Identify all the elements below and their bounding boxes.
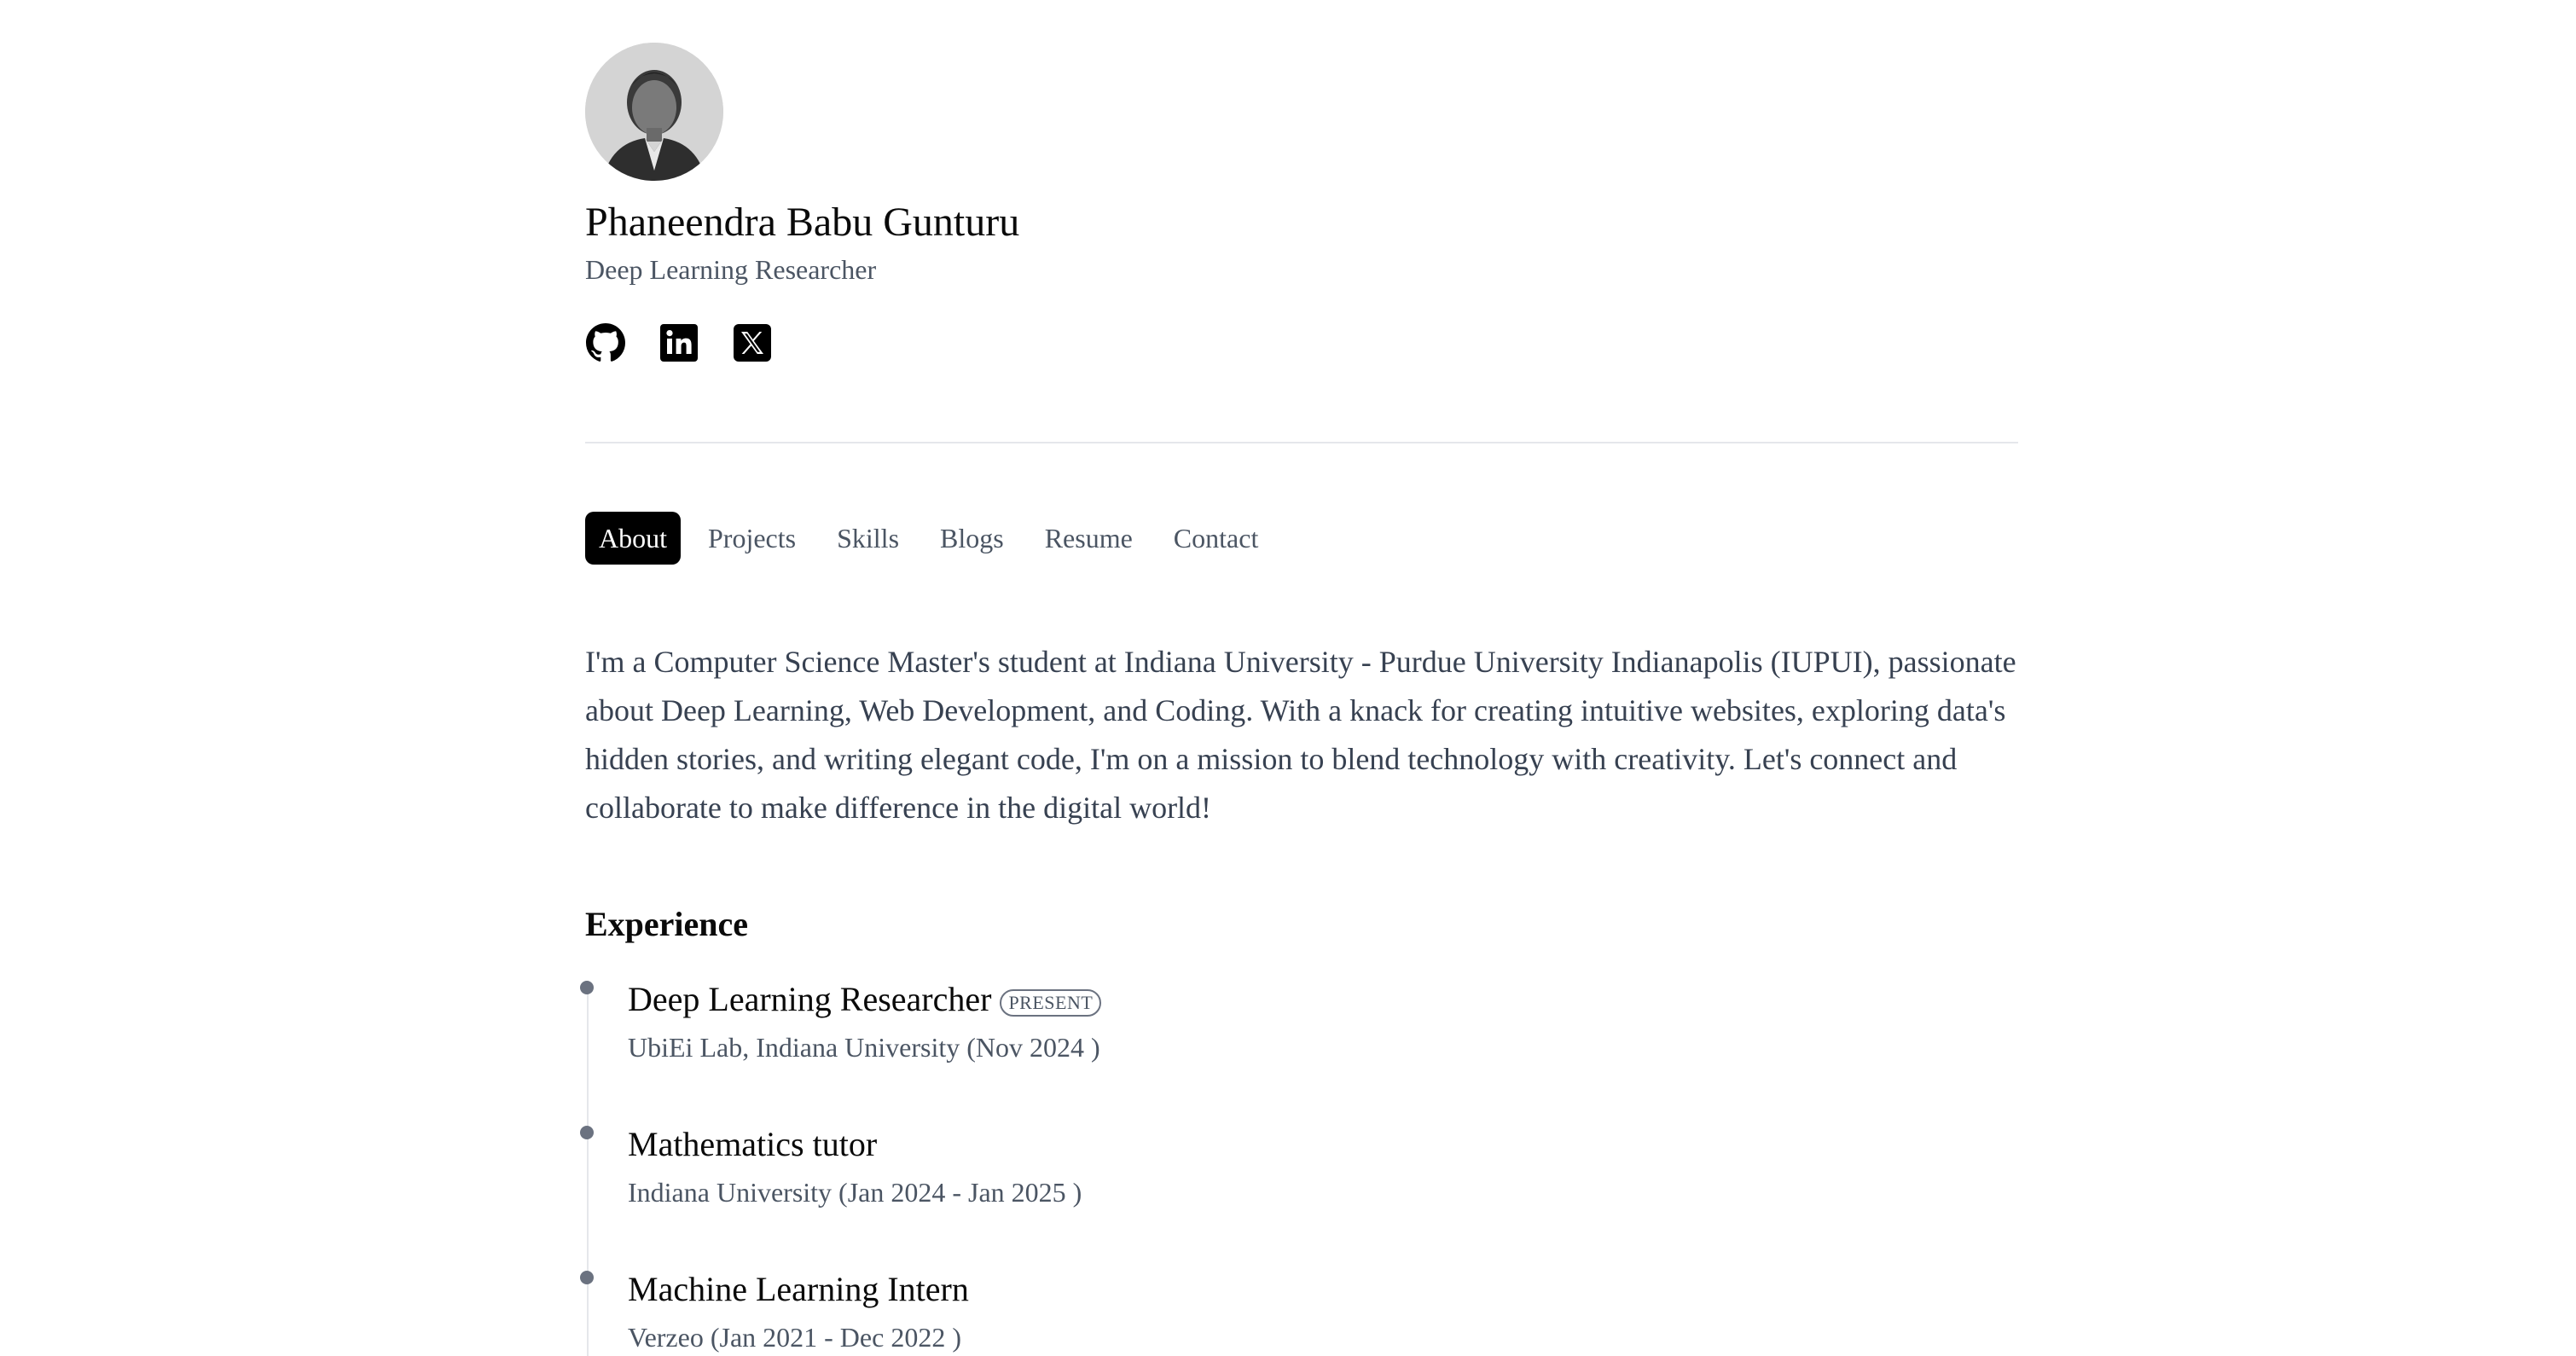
avatar <box>585 43 723 181</box>
experience-role: Machine Learning Intern <box>628 1267 969 1312</box>
tab-projects[interactable]: Projects <box>694 512 809 565</box>
tab-about[interactable]: About <box>585 512 681 565</box>
profile-name: Phaneendra Babu Gunturu <box>585 200 1020 245</box>
x-icon <box>734 324 771 362</box>
experience-role: Mathematics tutor <box>628 1122 877 1167</box>
tab-blogs[interactable]: Blogs <box>926 512 1018 565</box>
tab-skills[interactable]: Skills <box>823 512 913 565</box>
about-text: I'm a Computer Science Master's student … <box>585 645 2016 825</box>
github-link[interactable] <box>585 322 626 363</box>
experience-heading: Experience <box>585 905 749 943</box>
timeline-dot <box>580 1271 594 1284</box>
present-badge: PRESENT <box>1000 989 1102 1017</box>
experience-role-text: Deep Learning Researcher <box>628 980 992 1018</box>
experience-role-text: Mathematics tutor <box>628 1125 878 1163</box>
timeline-dot <box>580 981 594 994</box>
header-divider <box>585 442 2018 443</box>
tab-resume[interactable]: Resume <box>1031 512 1146 565</box>
experience-role-text: Machine Learning Intern <box>628 1270 969 1308</box>
linkedin-link[interactable] <box>659 322 699 363</box>
experience-org: Verzeo (Jan 2021 - Dec 2022 ) <box>628 1322 961 1353</box>
tab-contact[interactable]: Contact <box>1160 512 1273 565</box>
timeline-dot <box>580 1126 594 1139</box>
timeline-line <box>587 981 589 1356</box>
nav-tabs: About Projects Skills Blogs Resume Conta… <box>585 512 1285 565</box>
experience-role: Deep Learning Researcher PRESENT <box>628 977 1102 1022</box>
x-link[interactable] <box>732 322 773 363</box>
profile-photo <box>585 43 723 181</box>
linkedin-icon <box>660 324 698 362</box>
social-links <box>585 322 773 363</box>
github-icon <box>586 323 625 362</box>
profile-title: Deep Learning Researcher <box>585 254 877 285</box>
experience-org: Indiana University (Jan 2024 - Jan 2025 … <box>628 1177 1082 1208</box>
experience-org: UbiEi Lab, Indiana University (Nov 2024 … <box>628 1032 1100 1063</box>
